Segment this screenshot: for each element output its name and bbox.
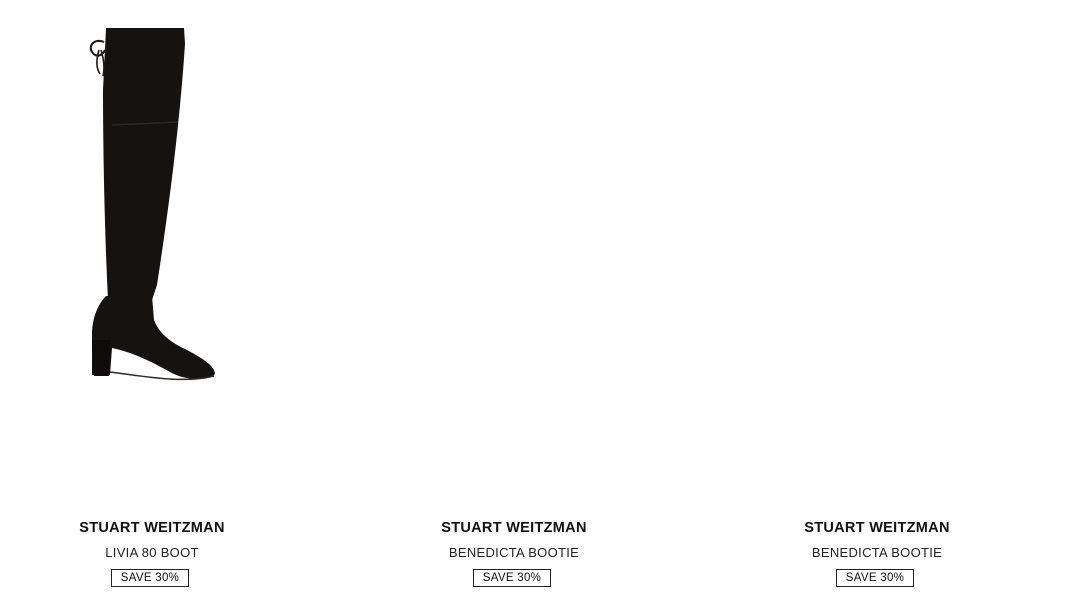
product-card[interactable]: STUART WEITZMAN BENEDICTA BOOTIE SAVE 30… (727, 0, 1027, 594)
product-card[interactable]: STUART WEITZMAN LIVIA 80 BOOT SAVE 30% (2, 0, 302, 594)
product-image-benedicta-brown[interactable] (727, 0, 1027, 490)
product-card[interactable]: STUART WEITZMAN BENEDICTA BOOTIE SAVE 30… (364, 0, 664, 594)
discount-badge: SAVE 30% (111, 569, 189, 587)
product-grid: STUART WEITZMAN LIVIA 80 BOOT SAVE 30% S… (0, 0, 1080, 594)
product-image-livia-boot[interactable] (2, 0, 302, 490)
product-brand[interactable]: STUART WEITZMAN (727, 520, 1027, 536)
product-name[interactable]: BENEDICTA BOOTIE (364, 545, 664, 560)
product-brand[interactable]: STUART WEITZMAN (2, 520, 302, 536)
product-name[interactable]: BENEDICTA BOOTIE (727, 545, 1027, 560)
discount-badge: SAVE 30% (836, 569, 914, 587)
product-image-benedicta-black[interactable] (364, 0, 664, 490)
product-brand[interactable]: STUART WEITZMAN (364, 520, 664, 536)
discount-badge: SAVE 30% (473, 569, 551, 587)
product-name[interactable]: LIVIA 80 BOOT (2, 545, 302, 560)
